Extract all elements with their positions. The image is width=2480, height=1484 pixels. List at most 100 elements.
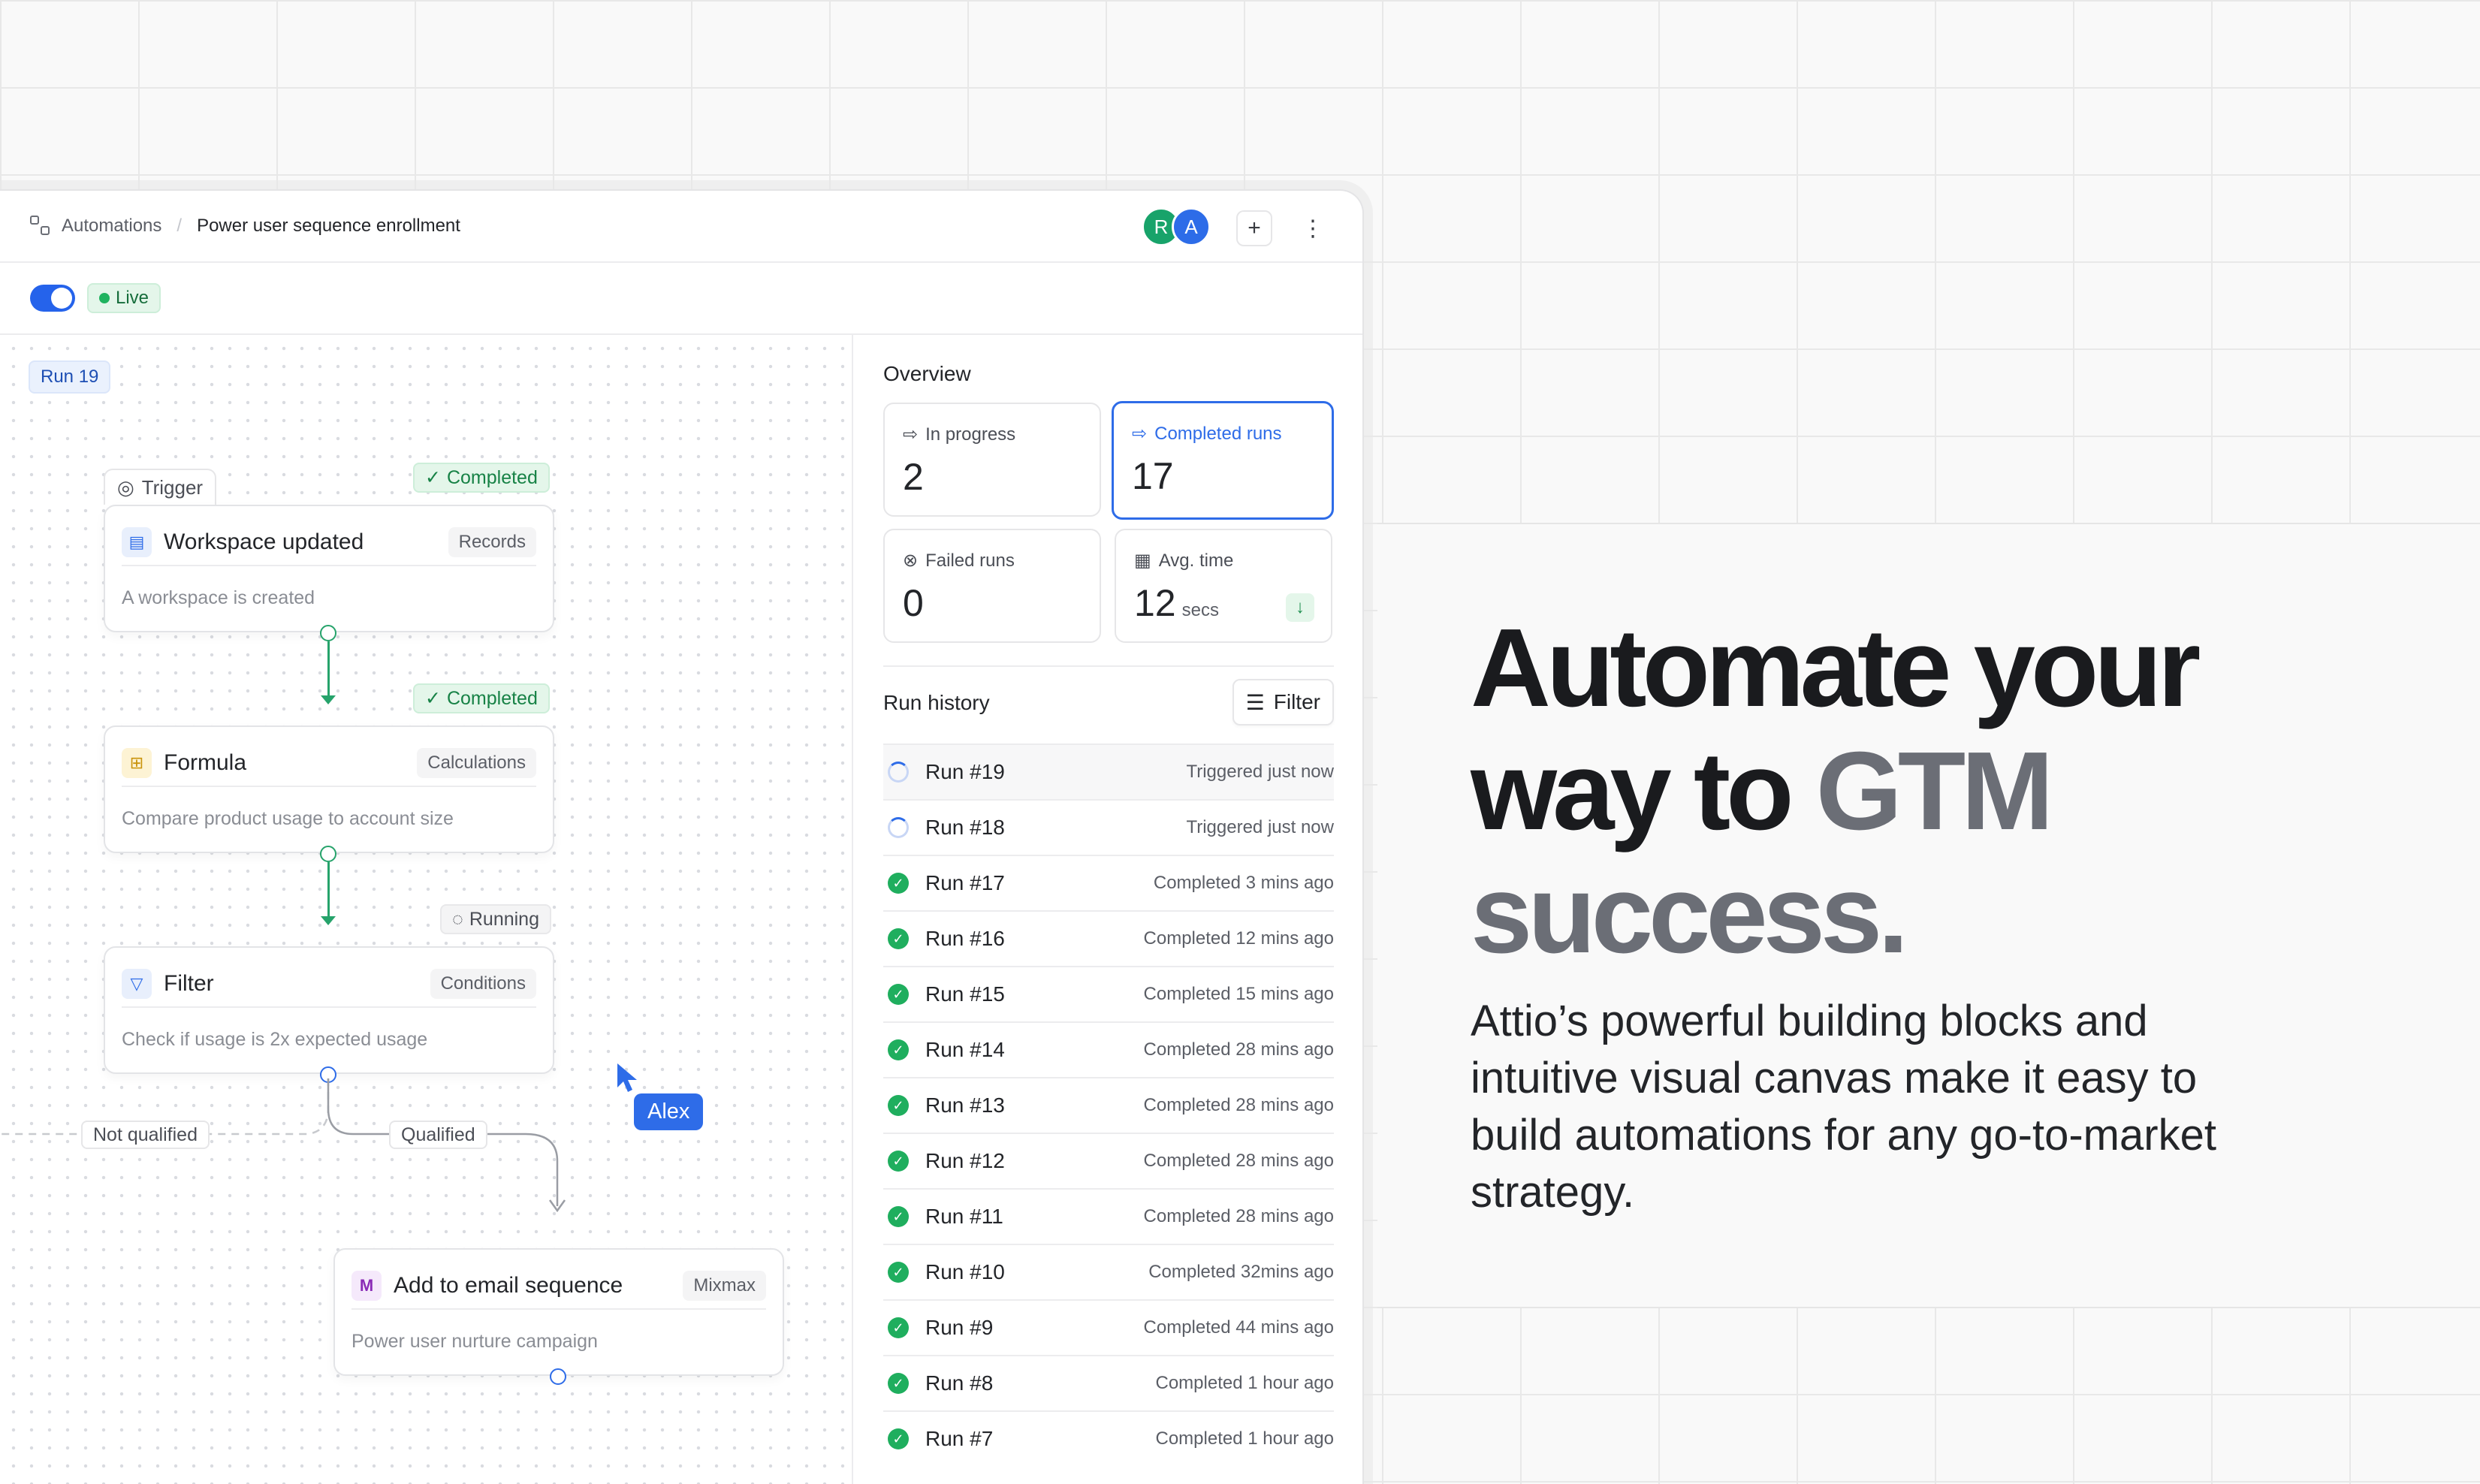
edge-arrow-icon: [321, 916, 336, 925]
filter-button[interactable]: ☰ Filter: [1232, 679, 1334, 725]
run-name: Run #19: [925, 760, 1005, 783]
overview-panel: Overview ⇨ In progress 2 ⇨ Completed run…: [852, 335, 1364, 1484]
run-name: Run #7: [925, 1427, 994, 1450]
check-circle-icon: ✓: [888, 1151, 909, 1172]
status-badge: ✓ Completed: [413, 683, 550, 713]
status-badge: ✓ Completed: [413, 463, 550, 493]
run-time: Completed 28 mins ago: [1143, 1151, 1334, 1171]
hero-headline: Automate your way to GTM success.: [1471, 607, 2372, 976]
breadcrumb: Automations / Power user sequence enroll…: [30, 216, 460, 237]
run-history-row[interactable]: ✓ Run #9 Completed 44 mins ago: [883, 1299, 1334, 1355]
run-name: Run #9: [925, 1316, 994, 1339]
spinner-icon: ◌: [452, 908, 463, 930]
check-circle-icon: ✓: [888, 1262, 909, 1283]
run-time: Completed 12 mins ago: [1143, 928, 1334, 949]
run-name: Run #13: [925, 1093, 1005, 1117]
trigger-icon: ◎: [117, 475, 134, 499]
overview-title: Overview: [883, 362, 971, 385]
live-badge: Live: [87, 283, 161, 313]
check-circle-icon: ✓: [888, 1095, 909, 1116]
top-bar: Automations / Power user sequence enroll…: [0, 191, 1362, 263]
hero-subtext: Attio’s powerful building blocks and int…: [1471, 997, 2216, 1217]
node-title: Formula: [164, 750, 247, 775]
run-name: Run #16: [925, 927, 1005, 950]
node-chip: Mixmax: [683, 1271, 766, 1301]
run-time: Completed 3 mins ago: [1153, 873, 1334, 893]
breadcrumb-current: Power user sequence enrollment: [197, 216, 460, 236]
stat-card-avg-time[interactable]: ▦ Avg. time 12 secs ↓: [1115, 529, 1332, 643]
run-history-row[interactable]: ✓ Run #11 Completed 28 mins ago: [883, 1188, 1334, 1244]
avatar[interactable]: A: [1172, 207, 1211, 246]
run-history-title: Run history: [883, 691, 990, 714]
stat-label: ▦ Avg. time: [1134, 550, 1233, 572]
node-port[interactable]: [320, 846, 336, 862]
run-name: Run #14: [925, 1038, 1005, 1061]
node-chip: Calculations: [417, 748, 536, 778]
workflow-node-workspace-updated[interactable]: ▤ Workspace updated Records A workspace …: [104, 505, 554, 632]
node-port[interactable]: [550, 1368, 566, 1385]
branch-label-not-qualified[interactable]: Not qualified: [81, 1121, 210, 1149]
spinner-icon: [888, 762, 909, 783]
formula-icon: ⊞: [122, 748, 152, 778]
automations-icon: [30, 216, 51, 237]
check-icon: ✓: [425, 688, 441, 709]
trigger-label: Trigger: [141, 475, 204, 499]
node-port[interactable]: [320, 625, 336, 641]
add-button[interactable]: +: [1236, 210, 1272, 246]
stat-card-in-progress[interactable]: ⇨ In progress 2: [883, 403, 1101, 517]
node-header: M Add to email sequence Mixmax: [351, 1263, 766, 1310]
run-history-row[interactable]: ✓ Run #14 Completed 28 mins ago: [883, 1021, 1334, 1077]
stat-card-failed-runs[interactable]: ⊗ Failed runs 0: [883, 529, 1101, 643]
breadcrumb-parent[interactable]: Automations: [62, 216, 161, 237]
run-history-row[interactable]: ✓ Run #15 Completed 15 mins ago: [883, 966, 1334, 1021]
edge-arrow-icon: [321, 695, 336, 704]
sliders-icon: ☰: [1245, 690, 1265, 714]
edge-line: [327, 641, 330, 697]
status-bar: Live: [0, 263, 1362, 335]
run-history-row[interactable]: ✓ Run #16 Completed 12 mins ago: [883, 910, 1334, 966]
run-time: Completed 15 mins ago: [1143, 984, 1334, 1004]
stat-card-completed-runs[interactable]: ⇨ Completed runs 17: [1112, 401, 1334, 520]
live-toggle[interactable]: [30, 285, 75, 312]
workflow-node-filter[interactable]: ▽ Filter Conditions Check if usage is 2x…: [104, 946, 554, 1074]
check-circle-icon: ✓: [888, 984, 909, 1005]
run-history-row[interactable]: ✓ Run #7 Completed 1 hour ago: [883, 1410, 1334, 1466]
mixmax-icon: M: [351, 1271, 382, 1301]
stat-label-text: Completed runs: [1154, 423, 1282, 444]
workflow-node-formula[interactable]: ⊞ Formula Calculations Compare product u…: [104, 725, 554, 853]
run-history-row[interactable]: ✓ Run #10 Completed 32mins ago: [883, 1244, 1334, 1299]
live-label: Live: [116, 288, 149, 308]
node-header: ▽ Filter Conditions: [122, 961, 536, 1008]
run-time: Triggered just now: [1186, 817, 1334, 837]
more-options-icon[interactable]: ⋮: [1295, 210, 1331, 246]
node-description: Compare product usage to account size: [122, 808, 454, 829]
records-icon: ▤: [122, 527, 152, 557]
run-name: Run #10: [925, 1260, 1005, 1283]
cursor-arrow-icon: [617, 1063, 637, 1092]
run-history-row[interactable]: ✓ Run #8 Completed 1 hour ago: [883, 1355, 1334, 1410]
run-name: Run #8: [925, 1371, 994, 1395]
run-history-row[interactable]: Run #18 Triggered just now: [883, 799, 1334, 855]
stat-value: 2: [903, 456, 924, 498]
branch-label-qualified[interactable]: Qualified: [389, 1121, 487, 1149]
run-history-row[interactable]: ✓ Run #13 Completed 28 mins ago: [883, 1077, 1334, 1133]
check-circle-icon: ✓: [888, 1373, 909, 1394]
workflow-canvas[interactable]: Run 19 ◎ Trigger ✓ Completed ▤ Workspace…: [0, 335, 852, 1484]
workflow-node-email-sequence[interactable]: M Add to email sequence Mixmax Power use…: [333, 1248, 784, 1376]
run-history-list: Run #19 Triggered just now Run #18 Triggere…: [883, 744, 1334, 1466]
run-history-row[interactable]: Run #19 Triggered just now: [883, 744, 1334, 799]
run-history-row[interactable]: ✓ Run #12 Completed 28 mins ago: [883, 1133, 1334, 1188]
check-circle-icon: ✓: [888, 873, 909, 894]
stat-unit: secs: [1181, 600, 1219, 620]
collaborator-cursor-label: Alex: [634, 1093, 704, 1130]
run-name: Run #15: [925, 982, 1005, 1006]
check-circle-icon: ✓: [888, 1206, 909, 1227]
stat-label-text: Avg. time: [1158, 550, 1234, 571]
run-history-row[interactable]: ✓ Run #17 Completed 3 mins ago: [883, 855, 1334, 910]
failed-icon: ⊗: [903, 550, 919, 571]
collaborator-avatars[interactable]: R A: [1142, 207, 1211, 246]
node-description: A workspace is created: [122, 587, 315, 608]
filter-icon: ▽: [122, 969, 152, 999]
divider: [883, 665, 1334, 667]
automation-window: Automations / Power user sequence enroll…: [0, 189, 1364, 1484]
